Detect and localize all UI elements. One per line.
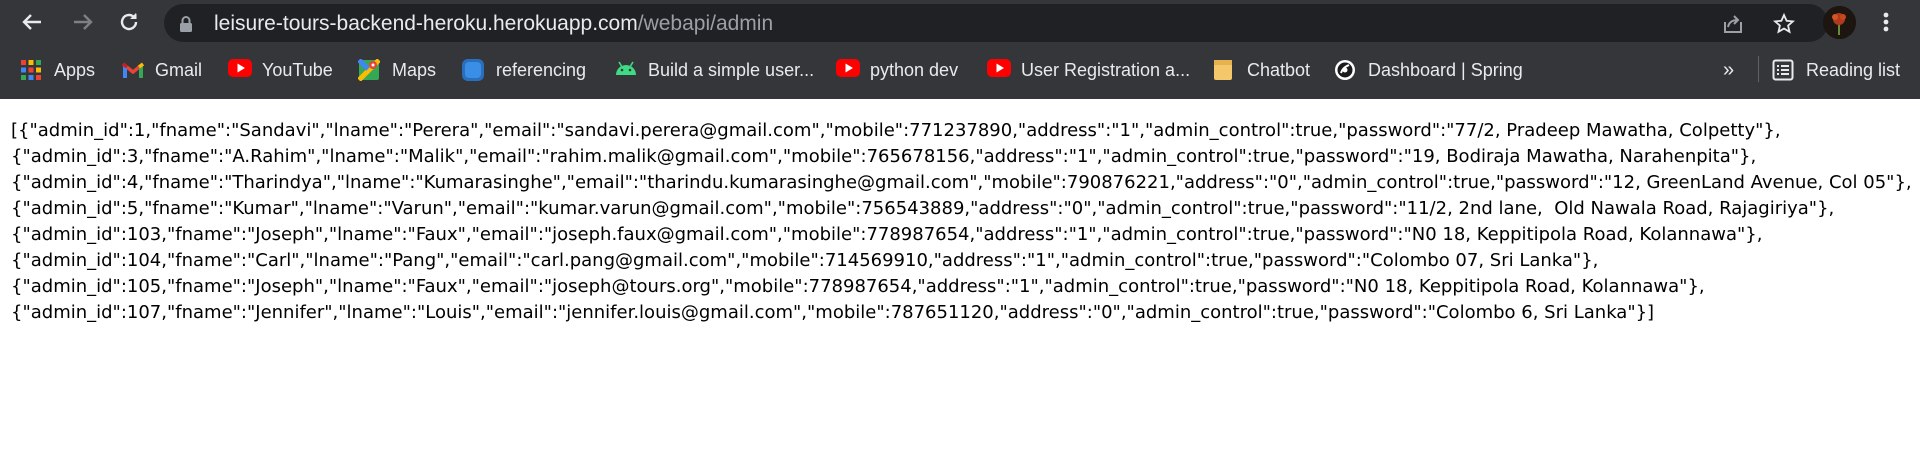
gmail-icon	[121, 59, 145, 81]
android-icon	[614, 59, 636, 81]
bookmark-label: Dashboard | Spring	[1368, 59, 1523, 80]
bookmark-maps[interactable]: Maps	[357, 54, 437, 86]
youtube-icon	[228, 59, 252, 81]
bookmarks-divider	[1758, 56, 1759, 82]
bookmark-label: YouTube	[262, 59, 333, 80]
referencing-icon	[462, 59, 484, 81]
json-line: {"admin_id":104,"fname":"Carl","lname":"…	[11, 250, 1599, 271]
bookmark-user-registration[interactable]: User Registration a...	[987, 54, 1190, 86]
bookmark-label: python dev	[870, 59, 959, 80]
json-line: {"admin_id":107,"fname":"Jennifer","lnam…	[11, 302, 1655, 323]
bookmark-label: Apps	[54, 59, 96, 80]
json-response-body: [{"admin_id":1,"fname":"Sandavi","lname"…	[11, 118, 1912, 326]
bookmark-label: referencing	[496, 59, 587, 80]
url-path: /webapi/admin	[637, 12, 774, 35]
bookmark-label: User Registration a...	[1021, 59, 1191, 80]
profile-avatar[interactable]	[1823, 6, 1856, 39]
url-text: leisure-tours-backend-heroku.herokuapp.c…	[214, 12, 773, 36]
reading-list-label: Reading list	[1806, 59, 1901, 80]
lock-icon	[178, 15, 194, 37]
bookmark-apps[interactable]: Apps	[20, 54, 95, 86]
browser-menu-button[interactable]	[1876, 7, 1896, 37]
json-line: {"admin_id":3,"fname":"A.Rahim","lname":…	[11, 146, 1757, 167]
overflow-chevron-label: »	[1723, 58, 1735, 81]
bookmark-dashboard-spring[interactable]: Dashboard | Spring	[1334, 54, 1523, 86]
youtube-icon	[987, 59, 1011, 81]
bookmark-referencing[interactable]: referencing	[462, 54, 586, 86]
bookmark-star-icon[interactable]	[1772, 12, 1796, 39]
url-host: leisure-tours-backend-heroku.herokuapp.c…	[214, 12, 638, 35]
json-line: {"admin_id":4,"fname":"Tharindya","lname…	[11, 172, 1912, 193]
bookmark-label: Chatbot	[1247, 59, 1311, 80]
json-line: [{"admin_id":1,"fname":"Sandavi","lname"…	[11, 120, 1781, 141]
reload-icon	[120, 13, 138, 31]
arrow-left-icon	[22, 14, 41, 30]
bookmark-chatbot[interactable]: Chatbot	[1213, 54, 1310, 86]
bookmark-label: Maps	[392, 59, 437, 80]
folder-icon	[1213, 59, 1235, 81]
maps-icon	[357, 58, 381, 82]
bookmark-youtube[interactable]: YouTube	[228, 54, 333, 86]
forward-button[interactable]	[68, 7, 98, 37]
browser-chrome: leisure-tours-backend-heroku.herokuapp.c…	[0, 0, 1920, 99]
back-button[interactable]	[17, 7, 47, 37]
bookmark-label: Gmail	[155, 59, 203, 80]
json-line: {"admin_id":5,"fname":"Kumar","lname":"V…	[11, 198, 1835, 219]
address-bar[interactable]: leisure-tours-backend-heroku.herokuapp.c…	[164, 4, 1828, 42]
reading-list-icon	[1772, 59, 1794, 81]
json-line: {"admin_id":103,"fname":"Joseph","lname"…	[11, 224, 1763, 245]
bookmarks-bar: Apps Gmail YouTube Maps referencing Buil…	[0, 50, 1920, 90]
reload-button[interactable]	[114, 7, 144, 37]
bookmark-python-dev[interactable]: python dev	[836, 54, 958, 86]
youtube-icon	[836, 59, 860, 81]
reading-list-button[interactable]: Reading list	[1772, 54, 1900, 86]
bookmark-label: Build a simple user...	[648, 59, 815, 80]
three-dots-vertical-icon	[1883, 12, 1889, 32]
profile-flower-icon	[1823, 6, 1856, 39]
bookmarks-overflow-button[interactable]: »	[1723, 54, 1734, 86]
bookmark-gmail[interactable]: Gmail	[121, 54, 202, 86]
browser-toolbar: leisure-tours-backend-heroku.herokuapp.c…	[0, 0, 1920, 45]
share-icon[interactable]	[1722, 13, 1744, 39]
apps-grid-icon	[20, 59, 42, 81]
arrow-right-icon	[74, 14, 93, 30]
json-line: {"admin_id":105,"fname":"Joseph","lname"…	[11, 276, 1705, 297]
spring-icon	[1334, 59, 1356, 81]
bookmark-build-simple-user[interactable]: Build a simple user...	[614, 54, 814, 86]
